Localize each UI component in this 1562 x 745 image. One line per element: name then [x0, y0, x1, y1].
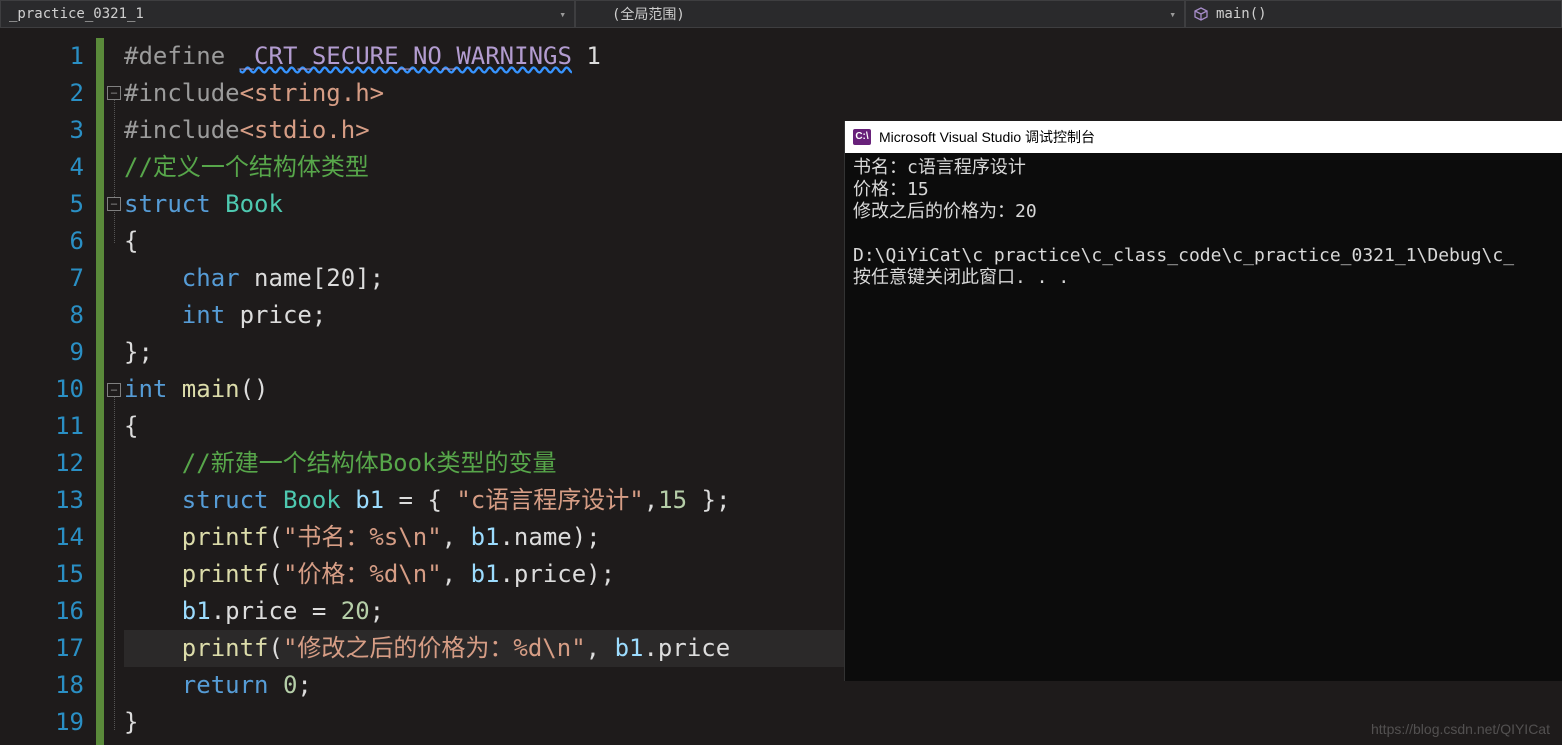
- code-line[interactable]: #include<string.h>: [124, 75, 1562, 112]
- code-line[interactable]: #define _CRT_SECURE_NO_WARNINGS 1: [124, 38, 1562, 75]
- vs-icon: C:\: [853, 129, 871, 145]
- cube-icon: [1194, 7, 1208, 21]
- line-number: 15: [0, 556, 96, 593]
- function-dropdown-label: main(): [1216, 6, 1267, 22]
- console-line: 书名：c语言程序设计: [853, 157, 1554, 179]
- line-number-gutter: 12345678910111213141516171819: [0, 28, 96, 745]
- debug-console-window[interactable]: C:\ Microsoft Visual Studio 调试控制台 书名：c语言…: [844, 121, 1562, 681]
- fold-column: − − −: [104, 38, 124, 745]
- line-number: 14: [0, 519, 96, 556]
- line-number: 13: [0, 482, 96, 519]
- fold-toggle[interactable]: −: [107, 383, 121, 397]
- chevron-down-icon: ▾: [559, 8, 566, 21]
- change-strip: [96, 38, 104, 745]
- file-dropdown-label: _practice_0321_1: [9, 6, 144, 22]
- line-number: 1: [0, 38, 96, 75]
- console-titlebar[interactable]: C:\ Microsoft Visual Studio 调试控制台: [845, 121, 1562, 153]
- line-number: 19: [0, 704, 96, 741]
- line-number: 4: [0, 149, 96, 186]
- line-number: 11: [0, 408, 96, 445]
- chevron-down-icon: ▾: [1169, 8, 1176, 21]
- line-number: 6: [0, 223, 96, 260]
- console-line: 按任意键关闭此窗口. . .: [853, 267, 1554, 289]
- fold-toggle[interactable]: −: [107, 86, 121, 100]
- line-number: 7: [0, 260, 96, 297]
- line-number: 12: [0, 445, 96, 482]
- line-number: 5: [0, 186, 96, 223]
- line-number: 3: [0, 112, 96, 149]
- scope-dropdown-label: (全局范围): [612, 4, 685, 24]
- console-output[interactable]: 书名：c语言程序设计 价格：15 修改之后的价格为：20 D:\QiYiCat\…: [845, 153, 1562, 293]
- line-number: 10: [0, 371, 96, 408]
- line-number: 8: [0, 297, 96, 334]
- line-number: 16: [0, 593, 96, 630]
- scope-dropdown[interactable]: (全局范围) ▾: [575, 0, 1185, 28]
- line-number: 2: [0, 75, 96, 112]
- console-line: 价格：15: [853, 179, 1554, 201]
- fold-toggle[interactable]: −: [107, 197, 121, 211]
- code-line[interactable]: }: [124, 704, 1562, 741]
- console-title: Microsoft Visual Studio 调试控制台: [879, 127, 1095, 147]
- console-line: D:\QiYiCat\c practice\c_class_code\c_pra…: [853, 245, 1554, 267]
- watermark: https://blog.csdn.net/QIYICat: [1371, 721, 1550, 737]
- line-number: 18: [0, 667, 96, 704]
- console-line: 修改之后的价格为：20: [853, 201, 1554, 223]
- file-dropdown[interactable]: _practice_0321_1 ▾: [0, 0, 575, 28]
- line-number: 17: [0, 630, 96, 667]
- console-blank-line: [853, 223, 1554, 245]
- function-dropdown[interactable]: main(): [1185, 0, 1562, 28]
- navigation-bar: _practice_0321_1 ▾ (全局范围) ▾ main(): [0, 0, 1562, 28]
- line-number: 9: [0, 334, 96, 371]
